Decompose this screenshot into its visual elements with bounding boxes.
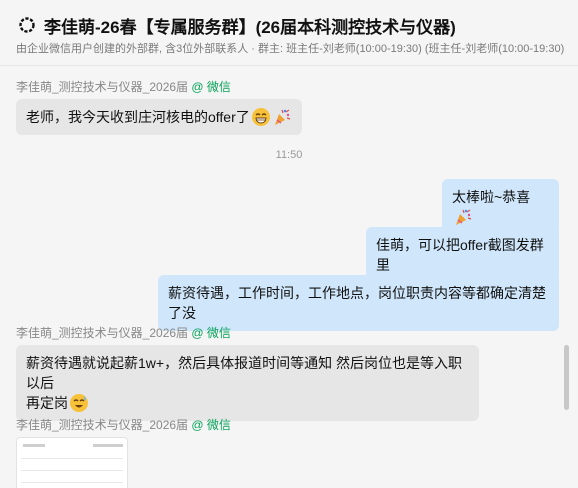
party-popper-emoji-icon	[274, 109, 290, 125]
grinning-emoji-icon	[251, 108, 270, 126]
message-text: 佳萌，可以把offer截图发群里	[376, 237, 544, 273]
wechat-tag: @ 微信	[191, 418, 231, 432]
message-bubble-incoming[interactable]: 薪资待遇就说起薪1w+，然后具体报道时间等通知 然后岗位也是等入职以后 再定岗	[16, 345, 479, 421]
image-thumbnail-content	[23, 444, 123, 448]
message-text: 太棒啦~恭喜	[452, 189, 531, 205]
sender-name[interactable]: 李佳萌_测控技术与仪器_2026届	[16, 80, 188, 94]
sweat-smile-emoji-icon	[70, 394, 88, 412]
wechat-tag: @ 微信	[191, 80, 231, 94]
sender-name[interactable]: 李佳萌_测控技术与仪器_2026届	[16, 326, 188, 340]
sender-label: 李佳萌_测控技术与仪器_2026届 @ 微信	[16, 324, 231, 341]
sender-label: 李佳萌_测控技术与仪器_2026届 @ 微信	[16, 78, 231, 95]
message-text-line: 再定岗	[26, 395, 68, 411]
sender-label: 李佳萌_测控技术与仪器_2026届 @ 微信	[16, 416, 231, 433]
timestamp: 11:50	[275, 149, 303, 161]
message-text: 薪资待遇，工作时间，工作地点，岗位职责内容等都确定清楚了没	[168, 285, 546, 321]
chat-title[interactable]: 李佳萌-26春【专属服务群】(26届本科测控技术与仪器)	[44, 13, 456, 38]
group-ring-icon	[19, 17, 35, 33]
message-bubble-outgoing[interactable]: 薪资待遇，工作时间，工作地点，岗位职责内容等都确定清楚了没	[158, 275, 559, 331]
message-list[interactable]: 李佳萌_测控技术与仪器_2026届 @ 微信 老师，我今天收到庄河核电的offe…	[0, 67, 578, 488]
message-text-line: 薪资待遇就说起薪1w+，然后具体报道时间等通知 然后岗位也是等入职以后	[26, 355, 462, 391]
scrollbar-thumb[interactable]	[564, 345, 569, 410]
wechat-tag: @ 微信	[191, 326, 231, 340]
message-text: 老师，我今天收到庄河核电的offer了	[26, 109, 250, 125]
image-message[interactable]	[16, 437, 128, 488]
party-popper-emoji-icon	[456, 209, 472, 225]
chat-subtitle: 由企业微信用户创建的外部群, 含3位外部联系人 · 群主: 班主任-刘老师(10…	[16, 43, 565, 55]
chat-header: 李佳萌-26春【专属服务群】(26届本科测控技术与仪器) 由企业微信用户创建的外…	[0, 0, 578, 66]
message-bubble-incoming[interactable]: 老师，我今天收到庄河核电的offer了	[16, 99, 302, 135]
sender-name[interactable]: 李佳萌_测控技术与仪器_2026届	[16, 418, 188, 432]
